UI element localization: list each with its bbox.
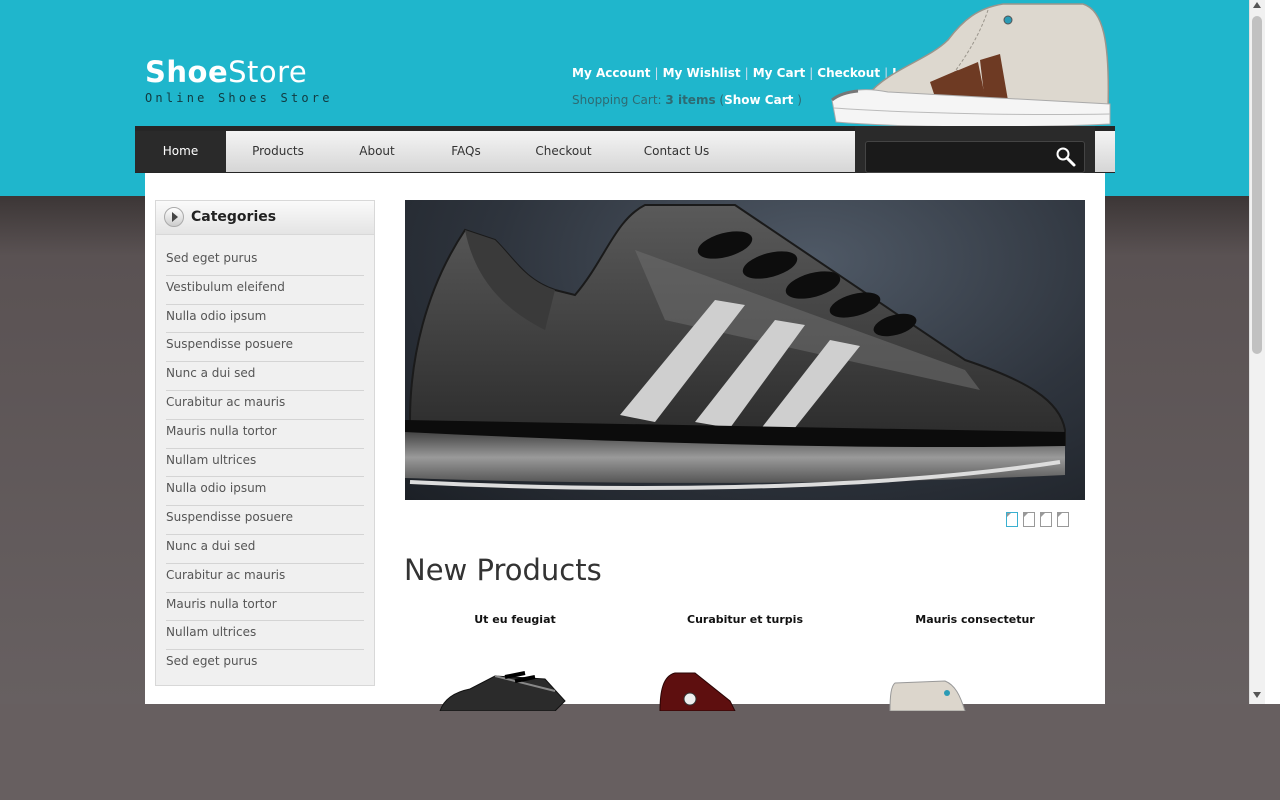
search-input[interactable] [865,141,1085,173]
slide-page-icon[interactable] [1006,512,1018,527]
logo-text: ShoeStore [145,56,333,88]
nav-faqs[interactable]: FAQs [424,131,508,172]
logo-bold: Shoe [145,55,229,89]
shopping-cart-summary: Shopping Cart: 3 items (Show Cart ) [572,93,802,107]
category-link[interactable]: Nulla odio ipsum [166,305,364,334]
link-separator: | [744,66,749,80]
link-separator: | [809,66,814,80]
category-link[interactable]: Curabitur ac mauris [166,391,364,420]
scrollbar-thumb[interactable] [1252,16,1262,354]
product-name[interactable]: Mauris consectetur [865,613,1085,626]
category-link[interactable]: Suspendisse posuere [166,333,364,363]
page-bottom-area [0,704,1280,800]
vertical-scrollbar[interactable] [1249,0,1265,704]
my-cart-link[interactable]: My Cart [753,66,806,80]
my-account-link[interactable]: My Account [572,66,651,80]
logo-tagline: Online Shoes Store [145,91,333,105]
link-separator: | [654,66,659,80]
logo[interactable]: ShoeStore Online Shoes Store [145,56,333,105]
product-name[interactable]: Curabitur et turpis [635,613,855,626]
show-cart-link[interactable]: Show Cart [724,93,793,107]
product-name[interactable]: Ut eu feugiat [405,613,625,626]
category-link[interactable]: Curabitur ac mauris [166,564,364,593]
cart-label: Shopping Cart: [572,93,662,107]
cart-item-count: 3 items [665,93,716,107]
banner-sneaker-image [405,204,1066,490]
product-image[interactable] [885,671,1065,711]
window-edge [1265,0,1280,704]
banner-slider[interactable] [405,200,1085,500]
header-sneaker-image [831,3,1111,128]
category-link[interactable]: Sed eget purus [166,247,364,276]
play-arrow-icon [164,207,184,227]
slide-page-icon[interactable] [1057,512,1069,527]
scroll-down-arrow-icon[interactable] [1253,692,1261,698]
categories-list: Sed eget purus Vestibulum eleifend Nulla o… [166,247,364,679]
slide-page-icon[interactable] [1040,512,1052,527]
nav-checkout[interactable]: Checkout [508,131,619,172]
categories-title: Categories [191,209,277,225]
nav-products[interactable]: Products [226,131,330,172]
new-products-title: New Products [404,553,602,587]
product-image[interactable] [655,671,835,711]
category-link[interactable]: Sed eget purus [166,650,364,679]
content-panel: Categories Sed eget purus Vestibulum elei… [145,173,1105,711]
slide-page-icon[interactable] [1023,512,1035,527]
category-link[interactable]: Nunc a dui sed [166,535,364,564]
categories-sidebar: Categories Sed eget purus Vestibulum elei… [155,200,375,686]
search-icon[interactable] [1055,146,1077,168]
nav-home[interactable]: Home [135,131,226,172]
cart-paren-close: ) [797,93,802,107]
nav-about[interactable]: About [330,131,424,172]
categories-header: Categories [156,201,374,235]
category-link[interactable]: Suspendisse posuere [166,506,364,535]
category-link[interactable]: Nulla odio ipsum [166,477,364,507]
logo-light: Store [228,55,308,89]
category-link[interactable]: Nunc a dui sed [166,362,364,391]
scroll-up-arrow-icon[interactable] [1253,2,1261,8]
nav-contact-us[interactable]: Contact Us [619,131,734,172]
category-link[interactable]: Vestibulum eleifend [166,276,364,305]
category-link[interactable]: Nullam ultrices [166,449,364,478]
category-link[interactable]: Nullam ultrices [166,621,364,651]
category-link[interactable]: Mauris nulla tortor [166,593,364,622]
category-link[interactable]: Mauris nulla tortor [166,420,364,449]
my-wishlist-link[interactable]: My Wishlist [663,66,741,80]
product-image[interactable] [435,671,615,711]
